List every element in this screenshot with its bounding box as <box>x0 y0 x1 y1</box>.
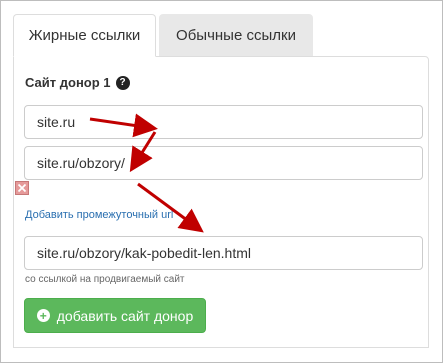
donor-url-input-3[interactable] <box>24 236 423 270</box>
tab-regular-links-label: Обычные ссылки <box>176 27 296 44</box>
donor-url-input-2[interactable] <box>24 146 423 180</box>
tab-regular-links[interactable]: Обычные ссылки <box>159 14 313 57</box>
add-intermediate-url-link[interactable]: Добавить промежуточный url <box>25 209 173 221</box>
plus-circle-icon: + <box>36 309 50 322</box>
donor-url-input-1[interactable] <box>24 105 423 139</box>
tab-bold-links-label: Жирные ссылки <box>28 27 141 44</box>
tab-bold-links[interactable]: Жирные ссылки <box>13 14 156 57</box>
close-x-icon[interactable] <box>15 181 29 195</box>
donor-title-text: Сайт донор 1 <box>25 75 111 90</box>
add-donor-button-label: добавить сайт донор <box>56 307 194 324</box>
add-donor-button[interactable]: + добавить сайт донор <box>24 298 206 333</box>
question-circle-icon[interactable]: ? <box>115 75 130 90</box>
donor-title: Сайт донор 1 ? <box>25 75 130 90</box>
link-help-text: со ссылкой на продвигаемый сайт <box>25 274 185 285</box>
